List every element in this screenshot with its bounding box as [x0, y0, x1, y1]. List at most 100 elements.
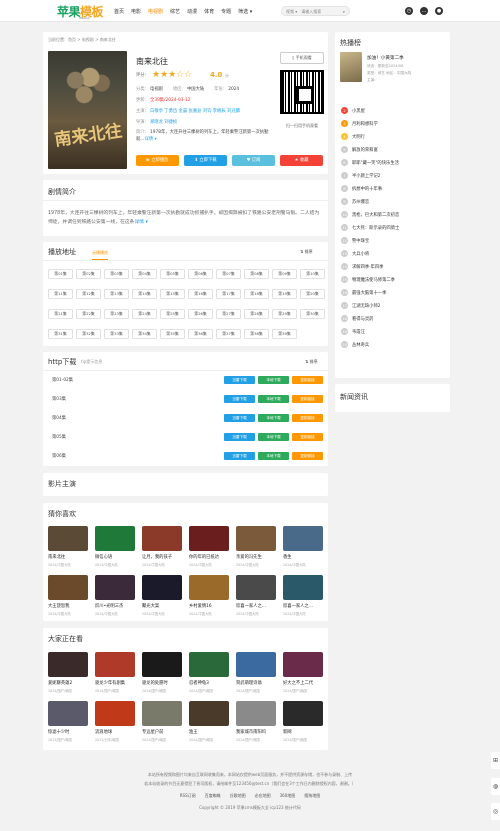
hot-list-item[interactable]: 2 小黑屋 [341, 107, 365, 114]
video-thumbnail[interactable] [283, 526, 323, 551]
hot-item-title[interactable]: 小黑屋 [352, 108, 365, 114]
favorite-button[interactable]: ★ 收藏 [280, 155, 323, 166]
hot-item-title[interactable]: 解放的荣和富 [352, 147, 378, 153]
hot-item-title[interactable]: 求解四季·年四季 [352, 264, 383, 270]
hot-list-item[interactable]: 9 苏州爆恋 [341, 198, 369, 205]
local-download-button[interactable]: 本地下载 [258, 452, 289, 460]
video-thumbnail[interactable] [48, 701, 88, 726]
footer-link-360[interactable]: 360地图 [280, 793, 296, 799]
download-sort-button[interactable]: ⇅ 排序 [305, 359, 318, 365]
footer-link-sogou[interactable]: 搜狗地图 [304, 793, 320, 799]
video-card[interactable]: 你的年的已抵达 2024/中国大陆 [189, 526, 229, 567]
hot-item-title[interactable]: 物理魔法使马修第二季 [352, 277, 395, 283]
hot-list-item[interactable]: 12 警中珠宝 [341, 237, 369, 244]
hot-item-title[interactable]: 警中珠宝 [352, 238, 369, 244]
video-title[interactable]: 南来北往 [48, 554, 88, 560]
local-download-button[interactable]: 本地下载 [258, 433, 289, 441]
video-thumbnail[interactable] [283, 701, 323, 726]
video-thumbnail[interactable] [236, 701, 276, 726]
video-title[interactable]: 驱龙的处愿时 [142, 680, 182, 686]
video-title[interactable]: 香生 [283, 554, 323, 560]
video-card[interactable]: 亲爱的冯先生 2024/中国大陆 [236, 526, 276, 567]
video-title[interactable]: 专远星户前 [142, 729, 182, 735]
video-thumbnail[interactable] [283, 575, 323, 600]
nav-sports[interactable]: 体育 [204, 8, 214, 15]
video-card[interactable]: 专远星户前 2024/国产/韩国 [142, 701, 182, 742]
episode-button[interactable]: 第19集 [272, 289, 297, 299]
hot-list-item[interactable]: 3 月利和想科学 [341, 120, 378, 127]
episode-button[interactable]: 第06集 [188, 269, 213, 279]
video-card[interactable]: 流浪地球 2023/日本/韩国 [95, 701, 135, 742]
video-title[interactable]: 我家城市南阳坞 [236, 729, 276, 735]
episode-button[interactable]: 第10集 [300, 269, 325, 279]
video-card[interactable]: 新网 2024/国产/韩国 [283, 701, 323, 742]
episode-button[interactable]: 第35集 [160, 329, 185, 339]
video-card[interactable]: 好大之不上二代 2024/国产/韩国 [283, 652, 323, 693]
copy-link-button[interactable]: 复制链接 [292, 395, 323, 403]
video-thumbnail[interactable] [189, 575, 229, 600]
hot-list-item[interactable]: 6 耶耶"藏一笑"的快乐生活 [341, 159, 399, 166]
video-thumbnail[interactable] [95, 575, 135, 600]
hot-top-name[interactable]: 加油！小黄第二季 [367, 55, 404, 61]
subscribe-button[interactable]: ♥ 订阅 [232, 155, 275, 166]
hot-item-title[interactable]: 月利和想科学 [352, 121, 378, 127]
video-card[interactable]: 微信心语 2024/中国大陆 [95, 526, 135, 567]
plot-detail-link[interactable]: 详情 ▾ [134, 220, 148, 225]
video-card[interactable]: 南来北往 2024/中国大陆 [48, 526, 88, 567]
breadcrumb-home[interactable]: 首页 [68, 37, 76, 42]
video-title[interactable]: 贺武萌理诗翁 [236, 680, 276, 686]
video-title[interactable]: 爱妮聊英雄2 [48, 680, 88, 686]
episode-button[interactable]: 第18集 [244, 289, 269, 299]
hot-list-item[interactable]: 10 黑枪，巴大和第二次初恋 [341, 211, 399, 218]
video-title[interactable]: 你的年的已抵达 [189, 554, 229, 560]
video-card[interactable]: 欣喜一家人之… 2024/中国大陆 [236, 575, 276, 616]
hot-item-title[interactable]: 苏州爆恋 [352, 199, 369, 205]
video-title[interactable]: 渔王 [189, 729, 229, 735]
video-card[interactable]: 香生 2024/中国大陆 [283, 526, 323, 567]
episode-button[interactable]: 第11集 [48, 289, 73, 299]
play-sort-button[interactable]: ⇅ 排序 [300, 249, 313, 255]
thunder-download-button[interactable]: 迅雷下载 [224, 395, 255, 403]
video-title[interactable]: 让月，我的孩子 [142, 554, 182, 560]
nav-variety[interactable]: 综艺 [170, 8, 180, 15]
hot-item-title[interactable]: 大明行 [352, 134, 365, 140]
hot-list-item[interactable]: 18 看得与灵药 [341, 315, 373, 322]
episode-button[interactable]: 第29集 [272, 309, 297, 319]
episode-button[interactable]: 第31集 [48, 329, 73, 339]
hot-item-title[interactable]: 最强大脑第十一季 [352, 290, 386, 296]
episode-button[interactable]: 第02集 [76, 269, 101, 279]
hot-item-title[interactable]: 耶耶"藏一笑"的快乐生活 [352, 160, 399, 166]
video-thumbnail[interactable] [142, 526, 182, 551]
user-icon[interactable]: ● [435, 7, 443, 15]
history-icon[interactable]: ◷ [405, 7, 413, 15]
episode-button[interactable]: 第01集 [48, 269, 73, 279]
video-card[interactable]: 贺武萌理诗翁 2024/国产/韩国 [236, 652, 276, 693]
episode-button[interactable]: 第07集 [216, 269, 241, 279]
hot-list-item[interactable]: 15 物理魔法使马修第二季 [341, 276, 395, 283]
search-type-select[interactable]: 视频 ▾ [286, 9, 297, 14]
video-thumbnail[interactable] [95, 526, 135, 551]
video-card[interactable]: 大王饶恕我 2024/中国大陆 [48, 575, 88, 616]
hot-item-title[interactable]: 江湖无缺小师2 [352, 303, 381, 309]
hot-list-item[interactable]: 19 韦霞汪 [341, 328, 365, 335]
video-thumbnail[interactable] [283, 652, 323, 677]
video-title[interactable]: 驱龙少年有剧集 [95, 680, 135, 686]
footer-link-rss[interactable]: RSS订阅 [180, 793, 196, 799]
episode-button[interactable]: 第13集 [104, 289, 129, 299]
episode-button[interactable]: 第28集 [244, 309, 269, 319]
hot-list-item[interactable]: 13 大兵小将 [341, 250, 369, 257]
play-source-tab[interactable]: 云播播放 [92, 250, 108, 260]
video-title[interactable]: 忍者神龟3 [189, 680, 229, 686]
nav-tv[interactable]: 电视剧 [148, 8, 163, 15]
video-thumbnail[interactable] [189, 701, 229, 726]
breadcrumb-category[interactable]: 电视剧 [82, 37, 94, 42]
episode-button[interactable]: 第21集 [48, 309, 73, 319]
video-card[interactable]: 欣喜一家人之… 2024/中国大陆 [283, 575, 323, 616]
hot-item-title[interactable]: 看得与灵药 [352, 316, 373, 322]
hot-item-title[interactable]: 韦霞汪 [352, 329, 365, 335]
episode-button[interactable]: 第25集 [160, 309, 185, 319]
nav-anime[interactable]: 动漫 [187, 8, 197, 15]
local-download-button[interactable]: 本地下载 [258, 376, 289, 384]
hot-item-title[interactable]: 丛林奇兵 [352, 342, 369, 348]
episode-button[interactable]: 第36集 [188, 329, 213, 339]
